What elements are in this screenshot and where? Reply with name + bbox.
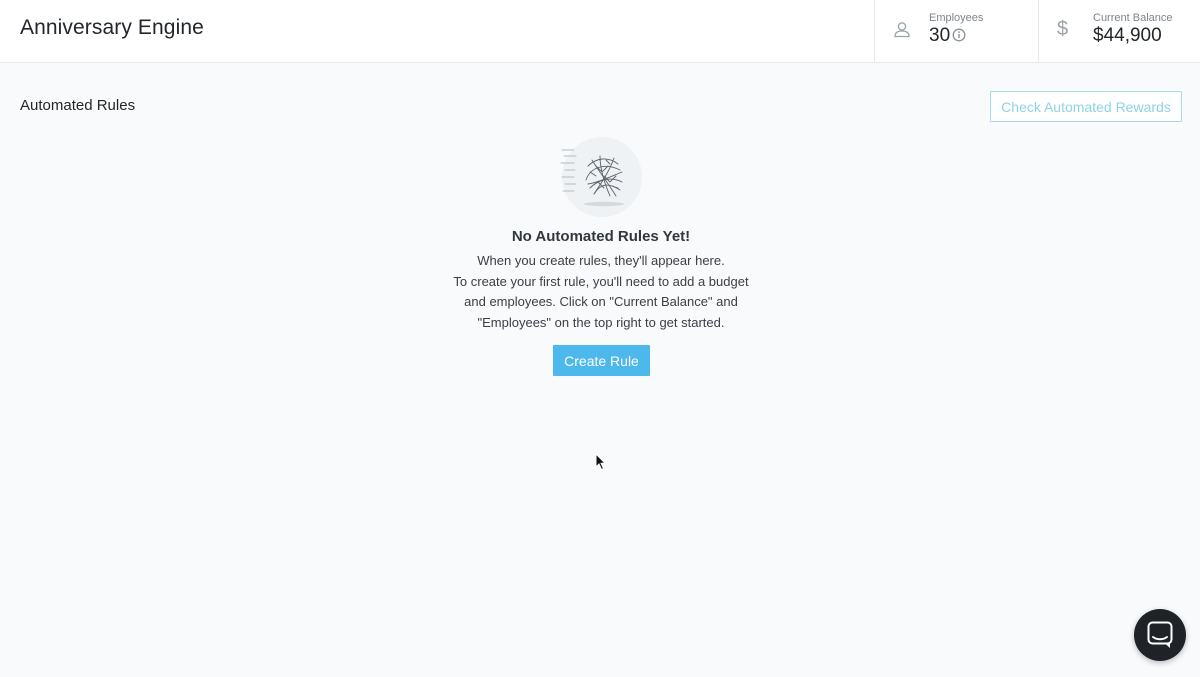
person-icon <box>892 20 912 40</box>
employees-label: Employees <box>929 12 984 24</box>
empty-state-line: To create your first rule, you'll need t… <box>453 273 749 289</box>
empty-state-description: When you create rules, they'll appear he… <box>440 251 762 334</box>
app-title: Anniversary Engine <box>20 16 204 39</box>
tumbleweed-illustration <box>560 136 644 218</box>
info-icon[interactable] <box>952 28 966 42</box>
employees-stat[interactable]: Employees 30 <box>874 0 1039 63</box>
dollar-icon: $ <box>1057 18 1069 40</box>
empty-state-line: and employees. Click on "Current Balance… <box>464 294 738 310</box>
empty-state-title: No Automated Rules Yet! <box>511 228 691 245</box>
current-balance-label: Current Balance <box>1093 12 1173 24</box>
current-balance-stat[interactable]: $ Current Balance $44,900 <box>1038 0 1200 63</box>
chat-launcher-button[interactable] <box>1134 609 1186 661</box>
check-automated-rewards-button[interactable]: Check Automated Rewards <box>990 91 1182 122</box>
chat-icon <box>1147 621 1173 648</box>
create-rule-button[interactable]: Create Rule <box>553 345 650 376</box>
top-bar: Anniversary Engine Employees 30 $ Curren… <box>0 0 1200 63</box>
current-balance-value: $44,900 <box>1093 25 1162 46</box>
mouse-cursor-icon <box>595 452 607 471</box>
section-title: Automated Rules <box>20 97 136 114</box>
empty-state-line: "Employees" on the top right to get star… <box>477 315 725 331</box>
employees-count: 30 <box>929 25 951 46</box>
empty-state-line: When you create rules, they'll appear he… <box>477 253 725 268</box>
